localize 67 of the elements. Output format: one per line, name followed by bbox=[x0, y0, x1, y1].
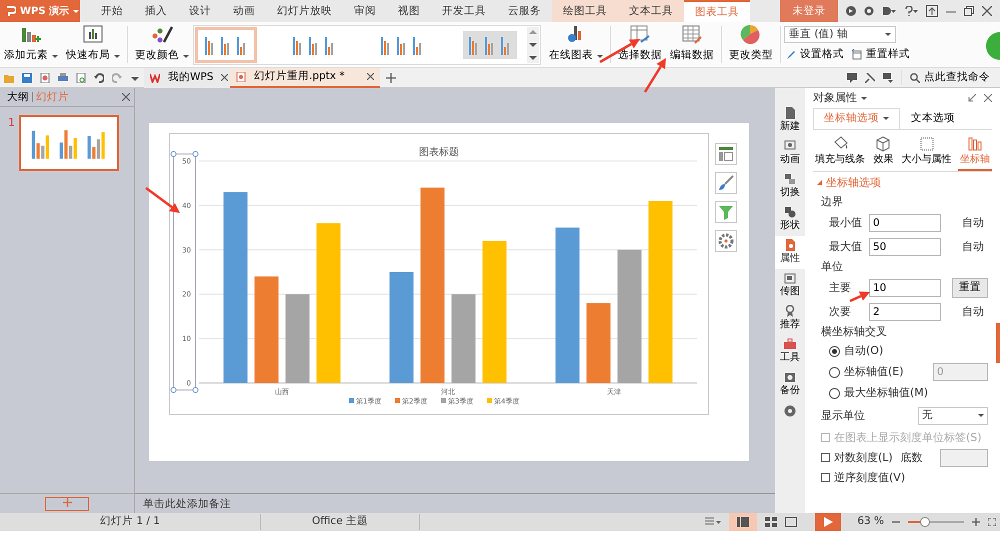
element-dropdown[interactable]: 垂直 (值) 轴 bbox=[784, 26, 896, 43]
panel-subtab[interactable]: 效果 bbox=[871, 134, 896, 171]
document-tab[interactable]: 我的WPS bbox=[144, 68, 230, 88]
radio-label: 自动(O) bbox=[844, 343, 884, 359]
ribbon-button[interactable]: 更改类型 bbox=[725, 22, 777, 66]
ribbon-button[interactable]: 快速布局 bbox=[62, 22, 124, 66]
side-rail-item[interactable]: 备份 bbox=[775, 368, 805, 401]
reset-button[interactable]: 重置 bbox=[952, 278, 988, 298]
panel-title-dropdown[interactable]: 对象属性 bbox=[813, 90, 867, 106]
side-rail-item[interactable]: 推荐 bbox=[775, 302, 805, 335]
side-rail-item[interactable]: 工具 bbox=[775, 335, 805, 368]
format-button[interactable]: 设置格式 bbox=[784, 47, 846, 63]
auto-label[interactable]: 自动 bbox=[962, 304, 992, 320]
menu-tab[interactable]: 视图 bbox=[387, 0, 431, 22]
side-rail-item[interactable]: 新建 bbox=[775, 104, 805, 137]
auto-label[interactable]: 自动 bbox=[962, 214, 992, 231]
field-label: 最大值 bbox=[829, 240, 862, 252]
panel-tab[interactable]: 文本选项 bbox=[900, 108, 966, 129]
reset-style-button[interactable]: 重置样式 bbox=[850, 47, 912, 63]
theme-name: Office 主题 bbox=[312, 515, 368, 528]
menu-tab[interactable]: 插入 bbox=[134, 0, 178, 22]
tool-tab[interactable]: 绘图工具 bbox=[552, 0, 618, 22]
field-label: 最小值 bbox=[829, 216, 862, 228]
radio-label: 最大坐标轴值(M) bbox=[844, 385, 928, 401]
unit-dropdown[interactable]: 无 bbox=[918, 406, 988, 425]
panel-subtab[interactable]: 大小与属性 bbox=[900, 134, 954, 171]
field-group-label: 横坐标轴交叉 bbox=[821, 324, 887, 338]
ribbon-button[interactable]: 更改颜色 bbox=[131, 22, 193, 66]
field-label: 主要 bbox=[829, 280, 851, 294]
field-group-label: 边界 bbox=[821, 194, 843, 208]
menu-tab[interactable]: 开发工具 bbox=[431, 0, 497, 22]
number-field[interactable]: 10 bbox=[869, 278, 941, 297]
menu-tab[interactable]: 审阅 bbox=[343, 0, 387, 22]
field-label: 底数 bbox=[900, 450, 923, 466]
side-rail-item[interactable]: 切换 bbox=[775, 170, 805, 203]
chart-title: 图表标题 bbox=[419, 147, 459, 158]
checkbox-label: 逆序刻度值(V) bbox=[834, 470, 906, 486]
side-rail-item[interactable]: 属性 bbox=[775, 236, 805, 269]
field-label: 显示单位 bbox=[821, 408, 865, 424]
menu-tab[interactable]: 幻灯片放映 bbox=[266, 0, 343, 22]
panel-subtab[interactable]: 填充与线条 bbox=[813, 134, 867, 171]
side-rail-item[interactable]: 形状 bbox=[775, 203, 805, 236]
side-rail-item[interactable]: 传图 bbox=[775, 269, 805, 302]
auto-label[interactable]: 自动 bbox=[962, 238, 992, 255]
field-group-label: 单位 bbox=[821, 260, 843, 273]
menu-tab[interactable]: 设计 bbox=[178, 0, 222, 22]
number-field[interactable]: 50 bbox=[869, 238, 941, 256]
menu-tab[interactable]: 云服务 bbox=[497, 0, 552, 22]
command-search[interactable]: 点此查找命令 bbox=[901, 70, 992, 86]
ribbon-button[interactable]: 添加元素 bbox=[0, 22, 62, 66]
field-label: 次要 bbox=[829, 304, 851, 318]
radio-label: 坐标轴值(E) bbox=[844, 364, 904, 380]
number-field[interactable]: 2 bbox=[869, 302, 941, 321]
menu-tab[interactable]: 开始 bbox=[90, 0, 134, 22]
menu-tab[interactable]: 动画 bbox=[222, 0, 266, 22]
tool-tab[interactable]: 文本工具 bbox=[618, 0, 684, 22]
slide-counter: 幻灯片 1 / 1 bbox=[100, 515, 160, 528]
checkbox-label: 在图表上显示刻度单位标签(S) bbox=[834, 430, 982, 446]
panel-tab[interactable]: 大纲 bbox=[4, 88, 32, 106]
checkbox-label: 对数刻度(L) bbox=[834, 450, 893, 466]
ribbon-button[interactable]: 编辑数据 bbox=[666, 22, 718, 66]
number-field[interactable]: 0 bbox=[869, 214, 941, 232]
side-rail-item[interactable]: 动画 bbox=[775, 137, 805, 170]
document-tab[interactable]: 幻灯片重用.pptx * bbox=[230, 68, 380, 88]
zoom-percent: 63 % bbox=[857, 514, 884, 530]
slide-number: 1 bbox=[8, 115, 15, 131]
ribbon-button[interactable]: 在线图表 bbox=[545, 22, 607, 66]
